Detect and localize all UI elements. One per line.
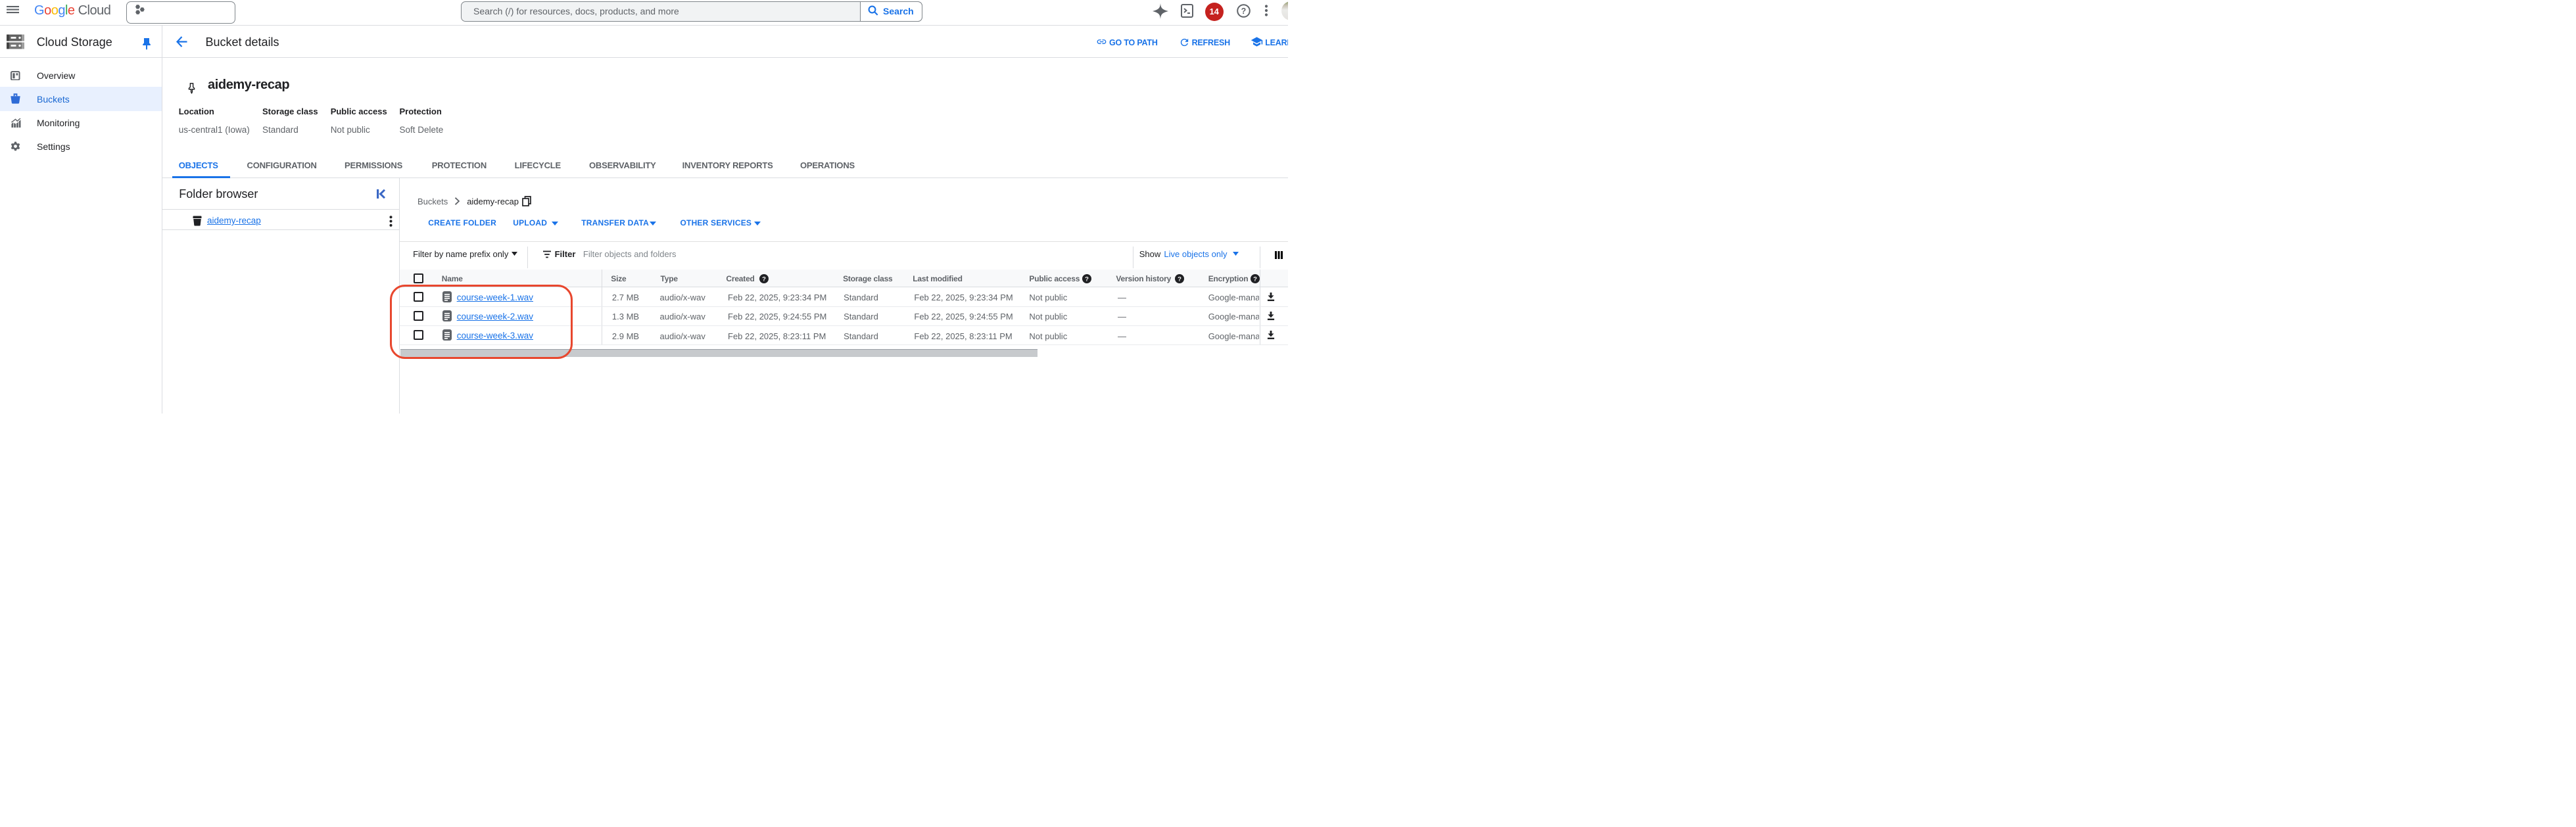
svg-text:?: ? [1253, 275, 1257, 283]
svg-text:?: ? [762, 275, 766, 283]
svg-text:?: ? [1241, 7, 1247, 16]
svg-text:?: ? [1178, 275, 1181, 283]
svg-text:?: ? [1085, 275, 1089, 283]
